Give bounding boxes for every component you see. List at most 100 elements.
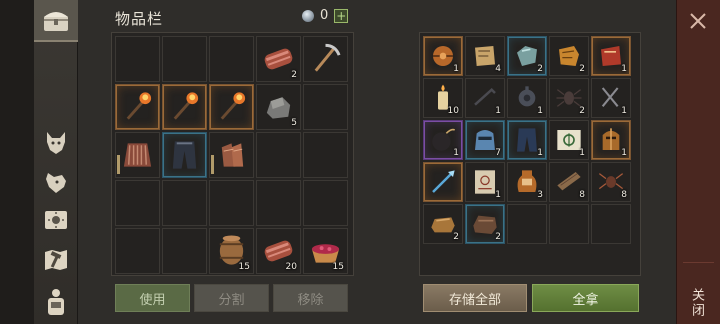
inventory-slot[interactable]: 15 bbox=[303, 228, 348, 274]
container-slot[interactable] bbox=[549, 204, 589, 244]
container-slot[interactable] bbox=[507, 204, 547, 244]
inventory-slot[interactable] bbox=[303, 84, 348, 130]
container-slot[interactable]: 2 bbox=[465, 204, 505, 244]
container-slot[interactable]: 2 bbox=[549, 78, 589, 118]
container-slot[interactable]: 1 bbox=[591, 78, 631, 118]
item-quantity: 1 bbox=[537, 148, 543, 158]
inventory-slot[interactable] bbox=[162, 132, 207, 178]
tab-sun-scroll[interactable] bbox=[38, 203, 74, 237]
pants-icon bbox=[167, 137, 202, 173]
take-all-button[interactable]: 全拿 bbox=[532, 284, 639, 312]
backpack-person-icon bbox=[48, 289, 64, 315]
container-slot[interactable]: 3 bbox=[507, 162, 547, 202]
container-slot[interactable]: 8 bbox=[591, 162, 631, 202]
container-slot[interactable]: 1 bbox=[465, 162, 505, 202]
inventory-slot[interactable] bbox=[162, 228, 207, 274]
chest-icon bbox=[44, 12, 68, 31]
durability-bar bbox=[117, 155, 120, 174]
item-quantity: 10 bbox=[447, 106, 459, 116]
wolf-head-icon bbox=[47, 132, 65, 154]
inventory-slot[interactable] bbox=[303, 132, 348, 178]
inventory-slot[interactable]: 2 bbox=[256, 36, 301, 82]
split-button[interactable]: 分割 bbox=[194, 284, 269, 312]
item-quantity: 2 bbox=[291, 70, 297, 80]
inventory-slot[interactable] bbox=[209, 180, 254, 226]
container-slot[interactable]: 8 bbox=[549, 162, 589, 202]
category-tabs bbox=[34, 0, 78, 324]
inventory-slot[interactable] bbox=[162, 36, 207, 82]
tab-wolf[interactable] bbox=[38, 125, 74, 159]
item-quantity: 1 bbox=[579, 148, 585, 158]
map-hammer-icon bbox=[45, 250, 67, 270]
jacket-icon bbox=[120, 137, 155, 173]
inventory-slot[interactable] bbox=[162, 84, 207, 130]
container-slot[interactable]: 4 bbox=[465, 36, 505, 76]
inventory-slot[interactable] bbox=[162, 180, 207, 226]
container-slot[interactable] bbox=[423, 162, 463, 202]
inventory-slot[interactable] bbox=[115, 36, 160, 82]
inventory-slot[interactable] bbox=[209, 84, 254, 130]
item-quantity: 1 bbox=[495, 190, 501, 200]
tab-map-hammer[interactable] bbox=[38, 243, 74, 277]
item-quantity: 5 bbox=[291, 118, 297, 128]
inventory-slot[interactable] bbox=[115, 84, 160, 130]
inventory-slot[interactable] bbox=[115, 132, 160, 178]
close-icon[interactable] bbox=[689, 12, 707, 30]
sun-scroll-icon bbox=[45, 211, 67, 229]
use-button[interactable]: 使用 bbox=[115, 284, 190, 312]
item-quantity: 3 bbox=[537, 190, 543, 200]
store-all-button[interactable]: 存储全部 bbox=[423, 284, 527, 312]
tab-chest[interactable] bbox=[34, 0, 78, 42]
remove-button[interactable]: 移除 bbox=[273, 284, 348, 312]
durability-bar bbox=[211, 155, 214, 174]
container-slot[interactable]: 1 bbox=[549, 120, 589, 160]
item-quantity: 1 bbox=[453, 64, 459, 74]
item-quantity: 1 bbox=[495, 106, 501, 116]
torch-icon bbox=[167, 89, 202, 125]
container-slot[interactable]: 1 bbox=[423, 120, 463, 160]
container-slot[interactable]: 1 bbox=[465, 78, 505, 118]
inventory-slot[interactable] bbox=[303, 36, 348, 82]
inventory-slot[interactable] bbox=[209, 132, 254, 178]
tab-dog[interactable] bbox=[38, 164, 74, 198]
container-slot[interactable]: 1 bbox=[423, 36, 463, 76]
close-label[interactable]: 关闭 bbox=[687, 288, 706, 318]
silver-coin-icon bbox=[302, 9, 314, 22]
item-quantity: 2 bbox=[453, 232, 459, 242]
item-quantity: 2 bbox=[495, 232, 501, 242]
inventory-slot[interactable] bbox=[115, 180, 160, 226]
inventory-slot[interactable]: 15 bbox=[209, 228, 254, 274]
inventory-slot[interactable] bbox=[209, 36, 254, 82]
container-slot[interactable]: 1 bbox=[507, 120, 547, 160]
inventory-slot[interactable]: 5 bbox=[256, 84, 301, 130]
container-slot[interactable]: 2 bbox=[423, 204, 463, 244]
tab-character[interactable] bbox=[38, 285, 74, 319]
inventory-slot[interactable] bbox=[256, 132, 301, 178]
item-quantity: 8 bbox=[621, 190, 627, 200]
container-slot[interactable]: 2 bbox=[549, 36, 589, 76]
item-quantity: 15 bbox=[332, 262, 344, 272]
item-quantity: 7 bbox=[495, 148, 501, 158]
container-slot[interactable]: 10 bbox=[423, 78, 463, 118]
close-column[interactable]: 关闭 bbox=[676, 0, 720, 324]
container-slot[interactable]: 1 bbox=[507, 78, 547, 118]
item-quantity: 15 bbox=[238, 262, 250, 272]
container-slot[interactable]: 7 bbox=[465, 120, 505, 160]
torch-icon bbox=[214, 89, 249, 125]
inventory-slot[interactable]: 20 bbox=[256, 228, 301, 274]
gloves-icon bbox=[214, 137, 249, 173]
inventory-slot[interactable] bbox=[303, 180, 348, 226]
container-slot[interactable]: 1 bbox=[591, 36, 631, 76]
currency-counter: 0 + bbox=[302, 8, 349, 23]
inventory-slot[interactable] bbox=[115, 228, 160, 274]
left-rail bbox=[0, 0, 34, 324]
item-quantity: 1 bbox=[453, 148, 459, 158]
item-quantity: 1 bbox=[621, 64, 627, 74]
inventory-slot[interactable] bbox=[256, 180, 301, 226]
container-slot[interactable]: 2 bbox=[507, 36, 547, 76]
inventory-title: 物品栏 bbox=[115, 10, 164, 28]
container-slot[interactable] bbox=[591, 204, 631, 244]
add-currency-button[interactable]: + bbox=[334, 8, 349, 23]
container-slot[interactable]: 1 bbox=[591, 120, 631, 160]
container-grid: 1 4 2 2 1 10 1 1 2 1 1 7 1 1 1 1 3 8 8 2 2 bbox=[423, 36, 631, 244]
